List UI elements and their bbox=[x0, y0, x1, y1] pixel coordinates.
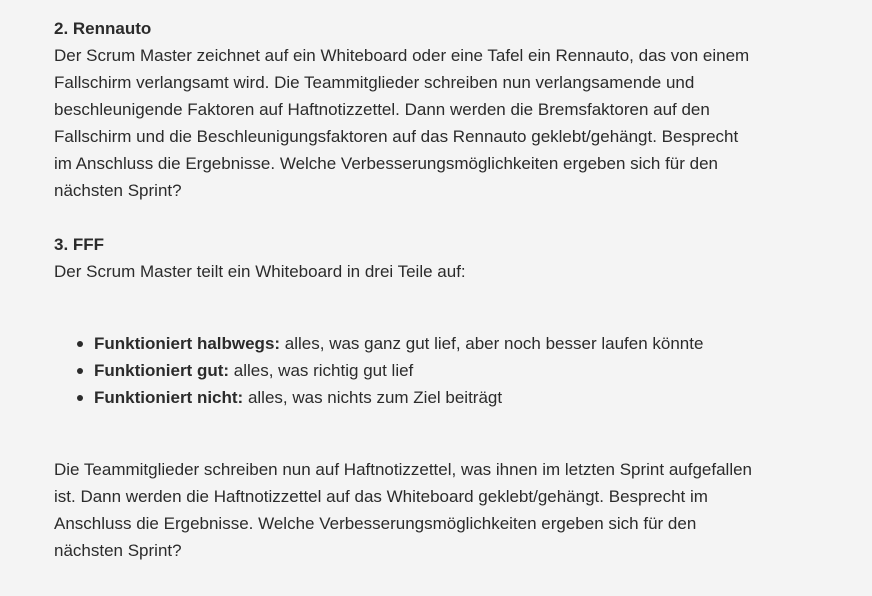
fff-list: Funktioniert halbwegs: alles, was ganz g… bbox=[54, 330, 814, 411]
bullet-icon bbox=[77, 341, 83, 347]
list-spacer-bottom bbox=[54, 411, 814, 438]
list-item: Funktioniert nicht: alles, was nichts zu… bbox=[77, 384, 814, 411]
list-item-term: Funktioniert nicht: bbox=[94, 388, 244, 407]
list-item-desc: alles, was ganz gut lief, aber noch bess… bbox=[280, 334, 704, 353]
list-spacer-top bbox=[54, 285, 814, 312]
article-body: 2. Rennauto Der Scrum Master zeichnet au… bbox=[54, 15, 814, 564]
list-item-term: Funktioniert halbwegs: bbox=[94, 334, 281, 353]
section-heading-rennauto: 2. Rennauto bbox=[54, 19, 152, 38]
list-item-desc: alles, was richtig gut lief bbox=[229, 361, 414, 380]
list-item-desc: alles, was nichts zum Ziel beiträgt bbox=[243, 388, 503, 407]
section-heading-fff: 3. FFF bbox=[54, 235, 105, 254]
list-item: Funktioniert halbwegs: alles, was ganz g… bbox=[77, 330, 814, 357]
bullet-icon bbox=[77, 395, 83, 401]
list-item: Funktioniert gut: alles, was richtig gut… bbox=[77, 357, 814, 384]
section-outro-fff: Die Teammitglieder schreiben nun auf Haf… bbox=[54, 460, 753, 560]
list-item-term: Funktioniert gut: bbox=[94, 361, 230, 380]
section-intro-fff: Der Scrum Master teilt ein Whiteboard in… bbox=[54, 262, 466, 281]
list-spacer-extra bbox=[54, 312, 814, 330]
list-spacer-extra bbox=[54, 438, 814, 456]
bullet-icon bbox=[77, 368, 83, 374]
section-text-rennauto: Der Scrum Master zeichnet auf ein Whiteb… bbox=[54, 46, 750, 200]
